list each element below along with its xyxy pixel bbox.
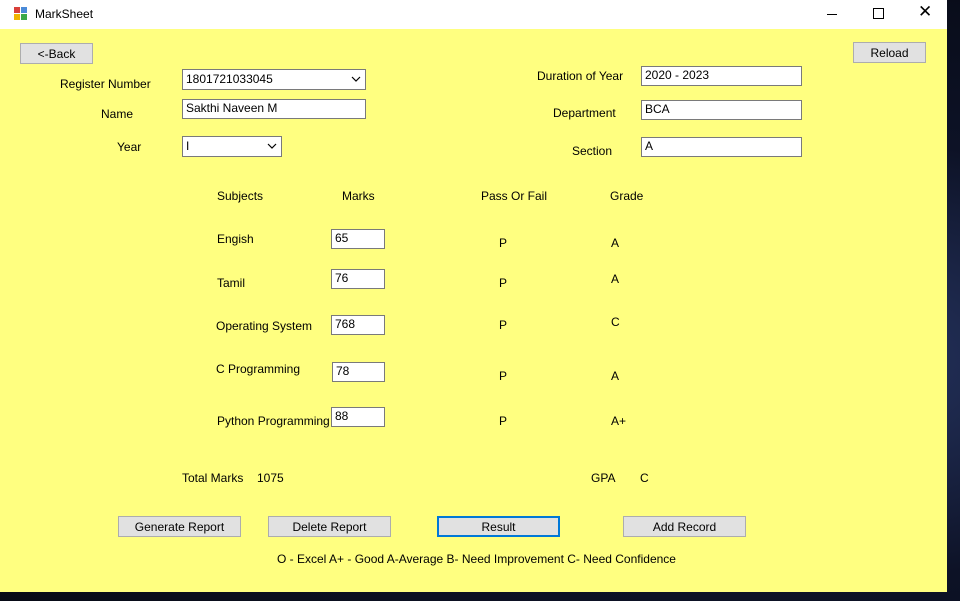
subject-label-python-programming: Python Programming — [217, 414, 330, 428]
year-combo[interactable]: I — [182, 136, 282, 157]
window-title: MarkSheet — [35, 7, 94, 21]
subjects-header: Subjects — [217, 189, 264, 203]
mark-field-operating-system[interactable]: 768 — [331, 315, 385, 335]
grade-tamil: A — [611, 272, 620, 286]
grade-legend: O - Excel A+ - Good A-Average B- Need Im… — [277, 552, 676, 566]
grade-header: Grade — [610, 189, 644, 203]
mark-field-c-programming[interactable]: 78 — [332, 362, 385, 382]
marksheet-window: MarkSheet ✕ <-Back Reload Register Numbe… — [0, 0, 947, 592]
mark-field-python-programming[interactable]: 88 — [331, 407, 385, 427]
grade-python-programming: A+ — [611, 414, 627, 428]
result-operating-system: P — [499, 318, 508, 332]
section-field[interactable]: A — [641, 137, 802, 157]
result-python-programming: P — [499, 414, 508, 428]
subject-label-operating-system: Operating System — [216, 319, 313, 333]
year-label: Year — [117, 140, 142, 154]
chevron-down-icon — [267, 142, 277, 150]
section-label: Section — [572, 144, 613, 158]
total-marks-label: Total Marks — [182, 471, 244, 485]
grade-operating-system: C — [611, 315, 620, 329]
close-button[interactable]: ✕ — [901, 0, 947, 29]
register-number-label: Register Number — [60, 77, 151, 91]
mark-field-tamil[interactable]: 76 — [331, 269, 385, 289]
result-c-programming: P — [499, 369, 508, 383]
name-label: Name — [101, 107, 134, 121]
generate-report-button[interactable]: Generate Report — [118, 516, 241, 537]
close-icon: ✕ — [918, 2, 933, 22]
register-number-value: 1801721033045 — [186, 72, 273, 86]
subject-label-c-programming: C Programming — [216, 362, 301, 376]
minimize-icon — [827, 14, 837, 15]
minimize-button[interactable] — [809, 0, 855, 29]
duration-field[interactable]: 2020 - 2023 — [641, 66, 802, 86]
gpa-label: GPA — [591, 471, 616, 485]
name-field[interactable]: Sakthi Naveen M — [182, 99, 366, 119]
back-button[interactable]: <-Back — [20, 43, 93, 64]
subject-label-english: Engish — [217, 232, 254, 246]
duration-label: Duration of Year — [537, 69, 624, 83]
grade-c-programming: A — [611, 369, 620, 383]
title-bar: MarkSheet ✕ — [0, 0, 947, 29]
result-english: P — [499, 236, 508, 250]
delete-report-button[interactable]: Delete Report — [268, 516, 391, 537]
add-record-button[interactable]: Add Record — [623, 516, 746, 537]
year-value: I — [186, 139, 190, 153]
department-field[interactable]: BCA — [641, 100, 802, 120]
reload-button[interactable]: Reload — [853, 42, 926, 63]
app-icon — [14, 7, 28, 21]
gpa-value: C — [640, 471, 649, 485]
result-tamil: P — [499, 276, 508, 290]
chevron-down-icon — [351, 75, 361, 83]
result-button[interactable]: Result — [437, 516, 560, 537]
grade-english: A — [611, 236, 620, 250]
pass-fail-header: Pass Or Fail — [481, 189, 548, 203]
maximize-button[interactable] — [855, 0, 901, 29]
register-number-combo[interactable]: 1801721033045 — [182, 69, 366, 90]
subject-label-tamil: Tamil — [217, 276, 246, 290]
maximize-icon — [873, 8, 884, 19]
marks-header: Marks — [342, 189, 375, 203]
total-marks-value: 1075 — [257, 471, 284, 485]
mark-field-english[interactable]: 65 — [331, 229, 385, 249]
department-label: Department — [553, 106, 616, 120]
